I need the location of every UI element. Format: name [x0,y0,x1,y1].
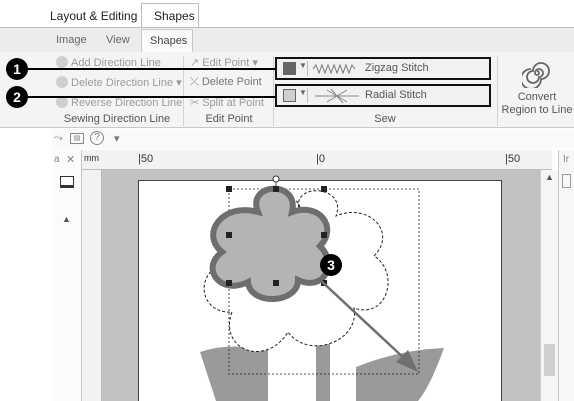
ribbon-tab-bar: Image View Shapes [0,28,574,52]
convert-region-to-line-button[interactable]: Convert Region to Line [500,54,574,116]
redo-icon[interactable]: ⤳ [54,132,63,145]
tab-view[interactable]: View [106,34,130,46]
group-label-sew: Sew [374,113,396,125]
scrollbar-thumb[interactable] [544,344,555,376]
group-separator [497,56,498,126]
split-point-icon: ✂ [190,97,200,109]
panel-tab-label: a [54,154,60,165]
radial-stitch-label: Radial Stitch [365,89,427,101]
view-icon[interactable]: ▤ [70,133,84,144]
help-icon[interactable]: ? [90,131,104,145]
zigzag-stitch-button[interactable]: ▼ Zigzag Stitch [275,57,491,80]
convert-label-line2: Region to Line [501,104,573,116]
resize-handle[interactable] [273,280,279,286]
delete-direction-line-button[interactable]: Delete Direction Line ▾ [56,76,182,89]
tab-image[interactable]: Image [56,34,87,46]
chevron-down-icon[interactable]: ▼ [299,88,307,97]
callout-line [28,96,275,98]
customize-dropdown-icon[interactable]: ▾ [114,132,120,145]
horizontal-ruler: mm |50 |0 |50 [82,150,552,170]
group-label-edit-point: Edit Point [205,113,253,125]
radial-stitch-button[interactable]: ▼ Radial Stitch [275,84,491,107]
vertical-scrollbar[interactable]: ▲ [540,170,558,401]
callout-line [28,68,275,70]
right-panel: Ir [558,150,574,401]
design-canvas[interactable] [138,172,540,401]
stem-shape[interactable] [316,344,330,401]
group-label-sewing-direction: Sewing Direction Line [63,113,171,125]
add-direction-icon [56,56,68,68]
zigzag-stitch-label: Zigzag Stitch [365,62,429,74]
zigzag-stitch-icon [313,64,356,74]
spiral-icon [522,62,550,88]
resize-handle[interactable] [226,280,232,286]
ruler-tick-label: |50 [505,153,521,165]
ruler-unit: mm [84,153,99,163]
resize-handle[interactable] [321,186,327,192]
resize-handle[interactable] [321,232,327,238]
delete-point-icon: ⤫ [190,76,199,88]
resize-handle[interactable] [226,232,232,238]
rotate-handle[interactable] [272,175,280,183]
convert-label-line1: Convert [517,91,557,103]
divider [307,61,308,76]
ruler-tick-label: |50 [138,153,154,165]
tab-shapes-top[interactable]: Shapes [141,3,199,28]
scroll-up-icon[interactable]: ▲ [545,172,554,182]
group-separator [183,56,184,126]
divider [307,88,308,103]
resize-handle[interactable] [226,186,232,192]
radial-stitch-icon [315,88,359,104]
chevron-up-icon[interactable]: ▲ [62,214,71,224]
vertical-ruler [82,170,102,401]
ruler-tick-label: |0 [316,153,325,165]
left-panel: a ✕ ▲ [52,150,82,401]
tab-shapes-label: Shapes [150,35,188,47]
tab-shapes-top-label: Shapes [154,9,195,23]
chevron-down-icon[interactable]: ▼ [299,61,307,70]
delete-direction-icon [56,76,68,88]
tab-shapes[interactable]: Shapes [141,29,193,52]
callout-2: 2 [6,86,28,108]
group-separator [273,56,274,126]
callout-3: 3 [320,254,342,276]
resize-handle[interactable] [273,186,279,192]
callout-1: 1 [6,58,28,80]
delete-point-button[interactable]: ⤫ Delete Point [190,76,262,89]
panel-tab-label: Ir [563,154,570,165]
thread-color-swatch[interactable] [283,62,296,75]
top-tab-bar: Layout & Editing Shapes [0,0,574,28]
quick-access-toolbar: ⤳ ▤ ? ▾ [52,129,574,149]
panel-button[interactable] [562,174,571,188]
pattern-icon[interactable] [60,176,74,188]
close-icon[interactable]: ✕ [66,153,75,166]
tab-layout-editing[interactable]: Layout & Editing [50,9,137,23]
thread-color-swatch[interactable] [283,89,296,102]
